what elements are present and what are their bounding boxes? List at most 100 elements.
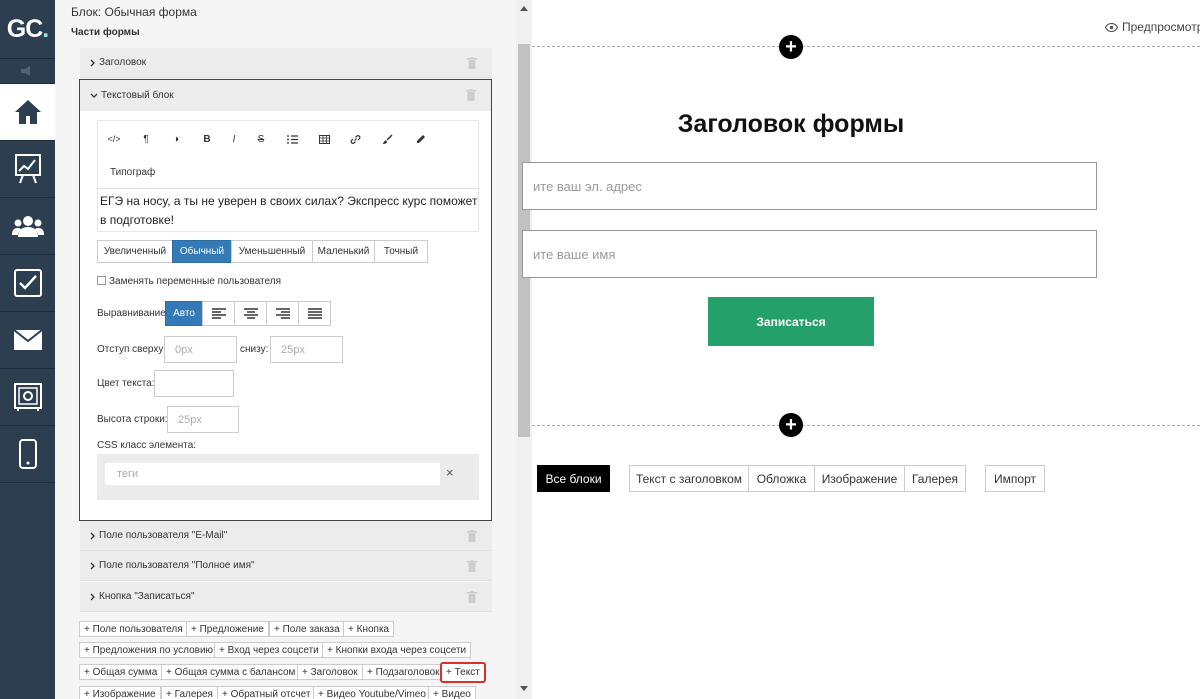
- gallery-block-button[interactable]: Галерея: [904, 465, 966, 492]
- add-block-below-button[interactable]: +: [779, 413, 803, 437]
- add-social-buttons-button[interactable]: + Кнопки входа через соцсети: [322, 642, 472, 658]
- add-total-button[interactable]: + Общая сумма: [79, 664, 163, 680]
- brush-icon: [382, 133, 393, 144]
- add-video-youtube-button[interactable]: + Видео Youtube/Vimeo: [313, 686, 431, 699]
- add-countdown-button[interactable]: + Обратный отсчет: [217, 686, 316, 699]
- part-text-block-label: Текстовый блок: [101, 90, 174, 101]
- cover-block-button[interactable]: Обложка: [748, 465, 815, 492]
- line-height-input[interactable]: 25px: [167, 406, 239, 433]
- rich-text-editor[interactable]: </> ¶ ◑ B I S Типограф ЕГЭ на носу, а ты…: [97, 120, 479, 232]
- trash-icon[interactable]: [467, 530, 477, 542]
- line-height-placeholder: 25px: [178, 413, 202, 426]
- part-name-field[interactable]: Поле пользователя "Полное имя": [80, 551, 492, 581]
- pen-button[interactable]: [410, 131, 430, 147]
- size-small-button[interactable]: Маленький: [312, 240, 375, 263]
- chevron-down-icon: [90, 93, 98, 98]
- submit-button[interactable]: Записаться: [708, 297, 874, 346]
- nav-item-home[interactable]: [0, 84, 55, 141]
- add-image-button[interactable]: + Изображение: [79, 686, 161, 699]
- text-color-label: Цвет текста:: [97, 378, 155, 389]
- list-icon: [286, 134, 298, 144]
- strike-button[interactable]: S: [251, 131, 271, 147]
- close-icon[interactable]: ×: [446, 465, 454, 480]
- align-auto-button[interactable]: Авто: [165, 301, 203, 326]
- scroll-up-arrow[interactable]: [520, 6, 528, 11]
- table-button[interactable]: [314, 131, 334, 147]
- all-blocks-button[interactable]: Все блоки: [537, 465, 610, 492]
- add-text-button[interactable]: + Текст: [440, 662, 486, 683]
- image-block-button[interactable]: Изображение: [814, 465, 905, 492]
- align-center-button[interactable]: [234, 301, 267, 326]
- email-field[interactable]: ите ваш эл. адрес: [522, 162, 1097, 210]
- add-offer-button[interactable]: + Предложение: [186, 621, 269, 637]
- editor-content[interactable]: ЕГЭ на носу, а ты не уверен в своих сила…: [100, 192, 478, 230]
- logo-text: GC: [6, 14, 43, 43]
- size-enlarged-button[interactable]: Увеличенный: [97, 240, 173, 263]
- paragraph-icon: ¶: [143, 133, 149, 145]
- bold-button[interactable]: B: [197, 131, 217, 147]
- part-button[interactable]: Кнопка "Записаться": [80, 582, 492, 612]
- align-right-button[interactable]: [266, 301, 299, 326]
- align-left-icon: [211, 308, 226, 319]
- align-left-button[interactable]: [202, 301, 235, 326]
- add-total-balance-button[interactable]: + Общая сумма с балансом: [161, 664, 301, 680]
- padding-top-input[interactable]: 0px: [164, 336, 237, 363]
- sound-toggle[interactable]: [0, 58, 55, 84]
- part-text-block: Текстовый блок </> ¶ ◑ B I S Типограф ЕГ…: [79, 79, 492, 521]
- form-title[interactable]: Заголовок формы: [532, 110, 1050, 139]
- trash-icon[interactable]: [466, 89, 476, 101]
- nav-item-safe[interactable]: [0, 369, 55, 426]
- part-email-field[interactable]: Поле пользователя "E-Mail": [80, 521, 492, 551]
- add-user-field-button[interactable]: + Поле пользователя: [79, 621, 188, 637]
- import-button[interactable]: Импорт: [985, 465, 1045, 492]
- trash-icon[interactable]: [467, 560, 477, 572]
- email-placeholder: ите ваш эл. адрес: [533, 178, 642, 194]
- text-heading-block-button[interactable]: Текст с заголовком: [629, 465, 749, 492]
- brush-button[interactable]: [377, 131, 397, 147]
- scroll-down-arrow[interactable]: [520, 686, 528, 691]
- add-conditional-offers-button[interactable]: + Предложения по условию: [79, 642, 219, 658]
- add-gallery-button[interactable]: + Галерея: [161, 686, 218, 699]
- nav-item-mobile[interactable]: [0, 426, 55, 483]
- part-heading[interactable]: Заголовок: [80, 48, 492, 78]
- add-video-button[interactable]: + Видео: [428, 686, 476, 699]
- panel-scrollbar[interactable]: [516, 0, 532, 699]
- css-tags-input[interactable]: теги: [105, 463, 440, 485]
- users-icon: [11, 216, 44, 237]
- part-text-block-header[interactable]: Текстовый блок: [80, 80, 491, 111]
- replace-vars-checkbox[interactable]: [97, 276, 106, 285]
- align-justify-icon: [307, 308, 322, 319]
- nav-item-mail[interactable]: [0, 312, 55, 369]
- preview-link[interactable]: Предпросмотр: [1105, 20, 1200, 34]
- name-field[interactable]: ите ваше имя: [522, 230, 1097, 278]
- chart-icon: [14, 154, 41, 184]
- settings-panel: Блок: Обычная форма Части формы Заголово…: [55, 0, 532, 699]
- padding-bottom-input[interactable]: 25px: [270, 336, 343, 363]
- nav-item-tasks[interactable]: [0, 255, 55, 312]
- link-button[interactable]: [345, 131, 365, 147]
- paragraph-button[interactable]: ¶: [136, 131, 156, 147]
- align-justify-button[interactable]: [298, 301, 331, 326]
- trash-icon[interactable]: [467, 57, 477, 69]
- text-color-input[interactable]: [154, 370, 234, 397]
- nav-item-users[interactable]: [0, 198, 55, 255]
- add-order-field-button[interactable]: + Поле заказа: [269, 621, 345, 637]
- contrast-button[interactable]: ◑: [166, 131, 186, 147]
- typograph-button[interactable]: Типограф: [110, 167, 155, 178]
- padding-top-label: Отступ сверху:: [97, 344, 167, 355]
- logo[interactable]: GC.: [0, 0, 55, 58]
- list-button[interactable]: [282, 131, 302, 147]
- preview-label: Предпросмотр: [1122, 20, 1200, 34]
- size-normal-button[interactable]: Обычный: [172, 240, 232, 263]
- add-subheading-button[interactable]: + Подзаголовок: [362, 664, 445, 680]
- size-exact-button[interactable]: Точный: [374, 240, 428, 263]
- code-view-button[interactable]: </>: [104, 131, 124, 147]
- size-reduced-button[interactable]: Уменьшенный: [231, 240, 313, 263]
- add-button-button[interactable]: + Кнопка: [343, 621, 395, 637]
- italic-button[interactable]: I: [224, 131, 244, 147]
- nav-item-analytics[interactable]: [0, 141, 55, 198]
- trash-icon[interactable]: [467, 591, 477, 603]
- add-heading-button[interactable]: + Заголовок: [297, 664, 363, 680]
- add-social-login-button[interactable]: + Вход через соцсети: [214, 642, 324, 658]
- add-block-above-button[interactable]: +: [779, 35, 803, 59]
